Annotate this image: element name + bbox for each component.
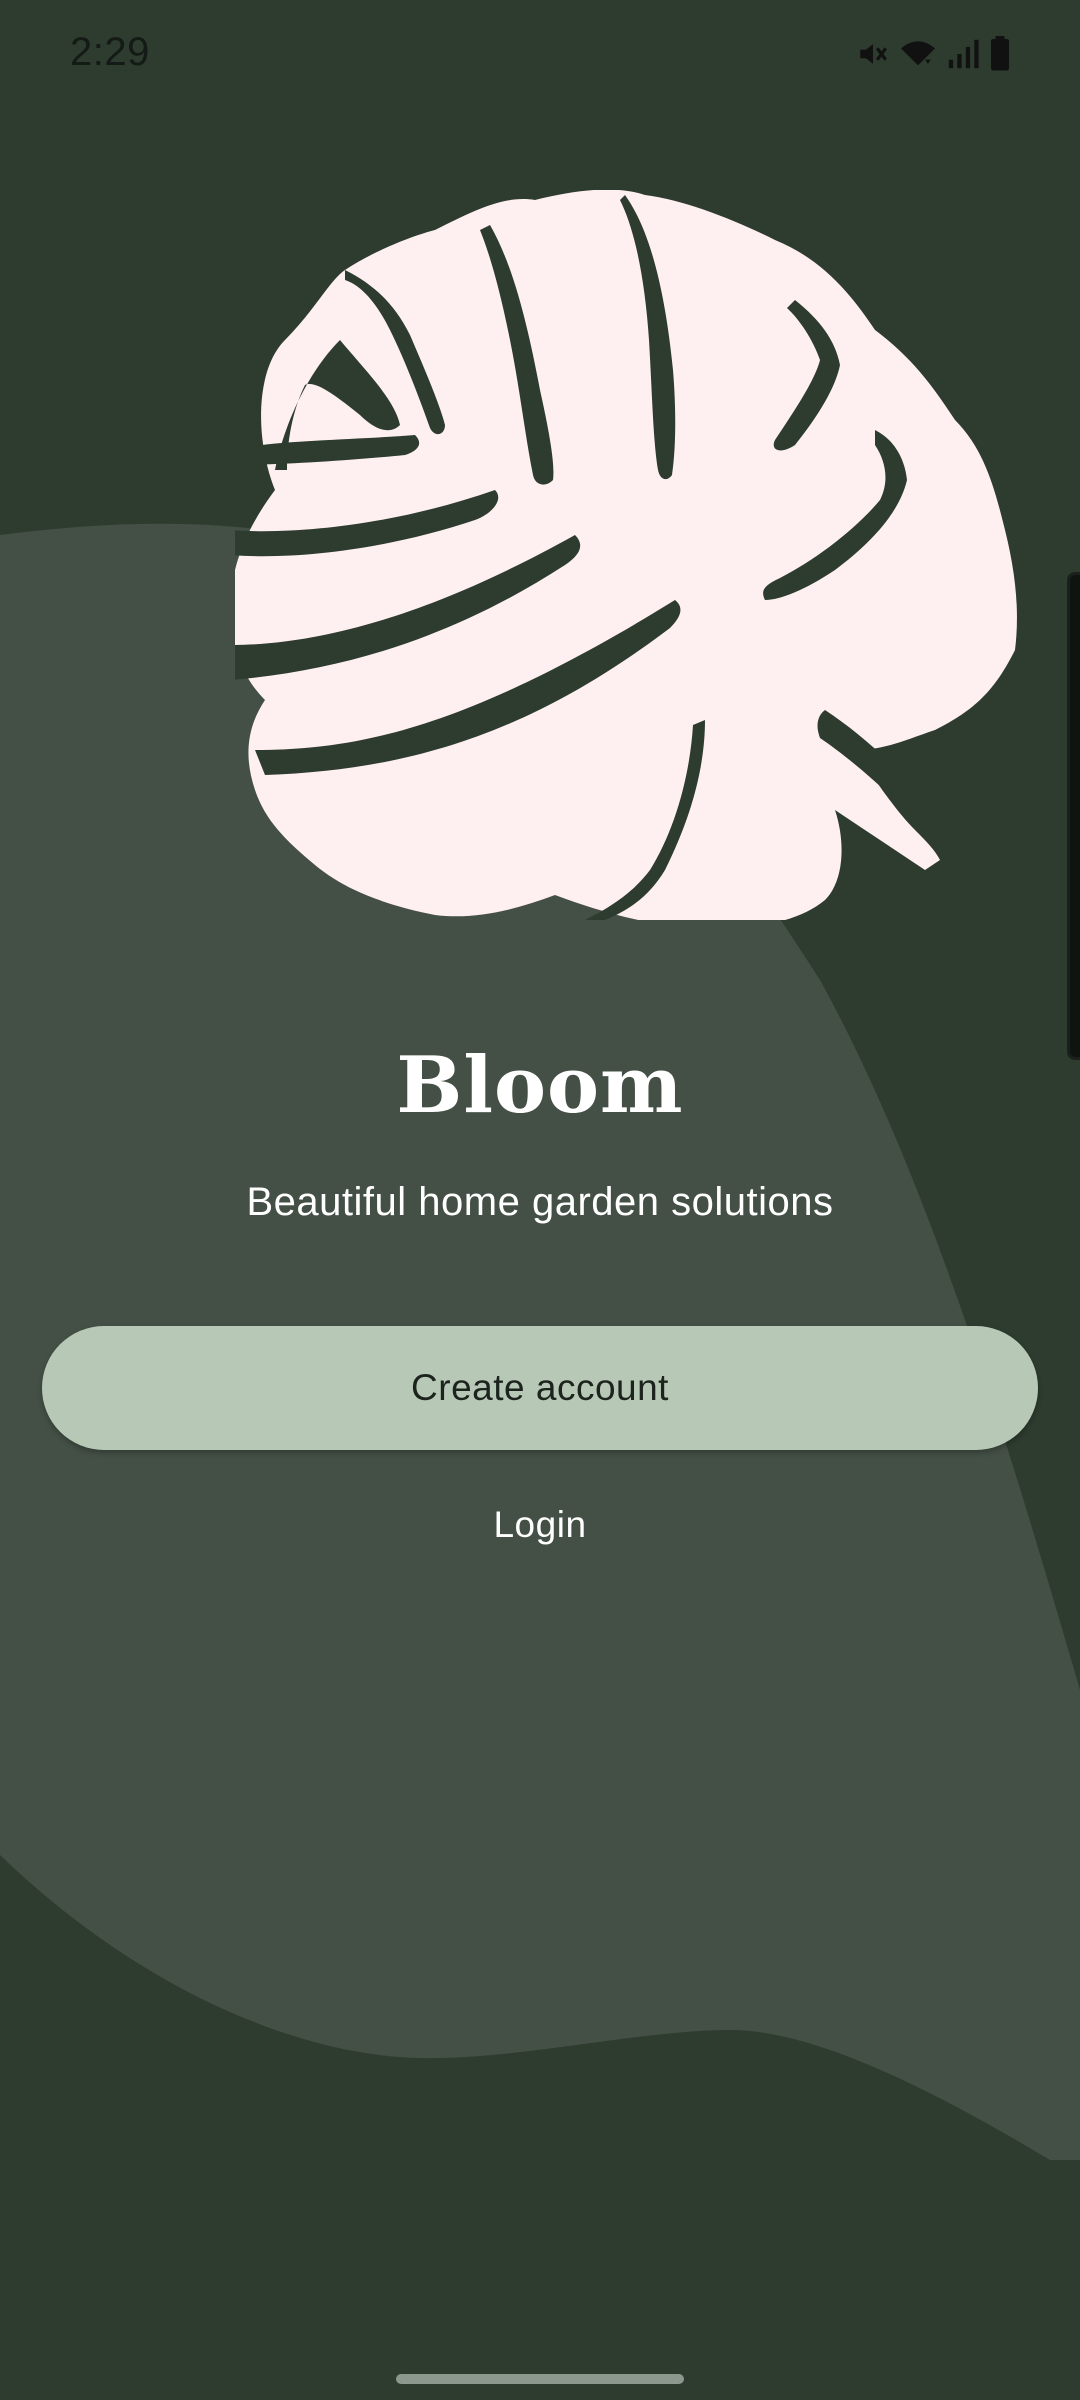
home-indicator[interactable]	[396, 2374, 684, 2384]
monstera-leaf-icon	[235, 190, 1017, 920]
edge-panel-handle[interactable]	[1067, 572, 1080, 1060]
mute-icon	[856, 37, 890, 71]
wifi-icon	[898, 37, 938, 71]
app-subtitle: Beautiful home garden solutions	[246, 1180, 834, 1224]
login-button[interactable]: Login	[390, 1490, 690, 1560]
status-time: 2:29	[70, 30, 150, 74]
create-account-button[interactable]: Create account	[42, 1326, 1038, 1450]
status-icons	[856, 34, 1012, 74]
welcome-screen: 2:29 Bloom Beautiful home garden solutio…	[0, 0, 1080, 2400]
status-bar: 2:29	[0, 0, 1080, 110]
signal-icon	[946, 37, 980, 71]
app-title: Bloom	[396, 1040, 684, 1131]
battery-icon	[988, 36, 1012, 72]
